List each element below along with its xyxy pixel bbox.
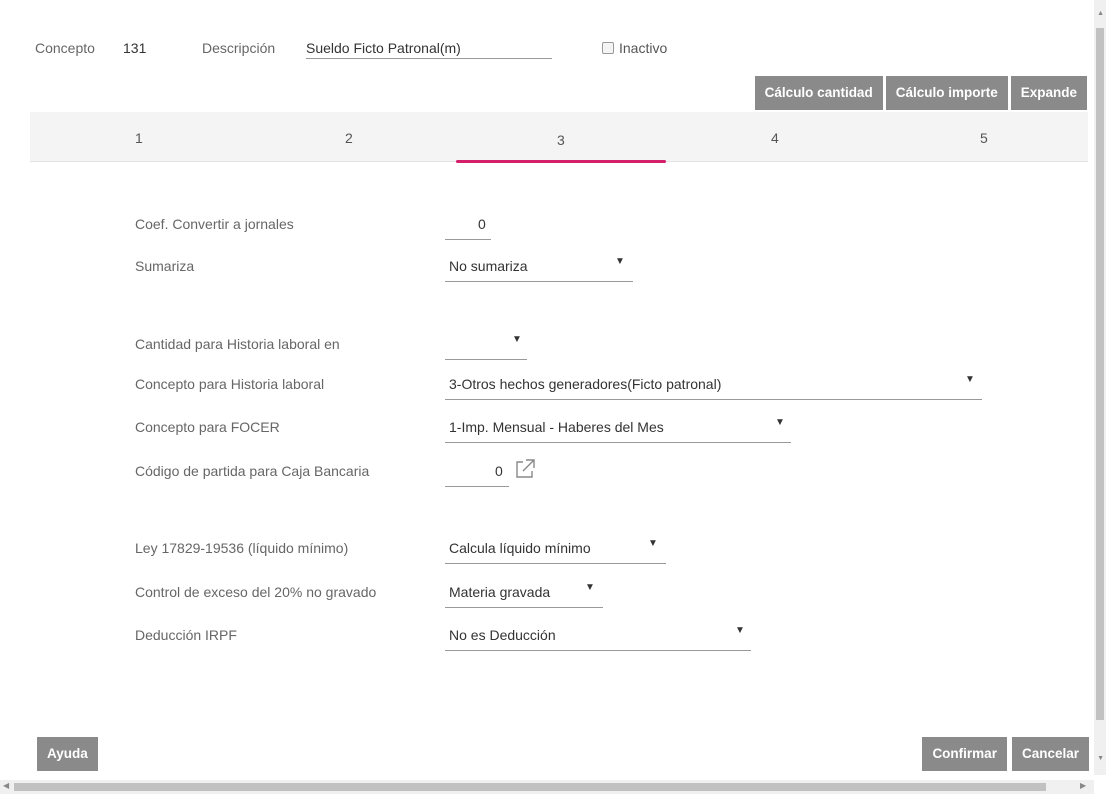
toolbar: Cálculo cantidad Cálculo importe Expande [754,76,1087,110]
codigo-partida-label: Código de partida para Caja Bancaria [135,463,370,479]
concepto-historia-value: 3-Otros hechos generadores(Ficto patrona… [449,376,722,392]
chevron-down-icon: ▼ [735,625,745,636]
concepto-focer-value: 1-Imp. Mensual - Haberes del Mes [449,419,664,435]
scroll-down-icon[interactable]: ▼ [1097,755,1104,762]
expande-button[interactable]: Expande [1010,76,1087,110]
sumariza-label: Sumariza [135,258,195,274]
ley-value: Calcula líquido mínimo [449,540,591,556]
control-exceso-label: Control de exceso del 20% no gravado [135,584,377,600]
concepto-focer-select[interactable]: 1-Imp. Mensual - Haberes del Mes ▼ [445,417,791,443]
ley-label: Ley 17829-19536 (líquido mínimo) [135,540,349,556]
ayuda-button[interactable]: Ayuda [37,737,98,771]
chevron-down-icon: ▼ [775,417,785,428]
external-link-icon[interactable] [512,457,536,481]
sumariza-select[interactable]: No sumariza ▼ [445,256,633,282]
concepto-number: 131 [123,40,147,56]
descripcion-label: Descripción [202,40,276,56]
coef-input[interactable]: 0 [445,216,491,240]
tab-5-label: 5 [980,130,988,146]
vertical-scroll-thumb[interactable] [1096,28,1104,720]
vertical-scrollbar[interactable]: ▲ ▼ [1094,0,1106,775]
tab-4[interactable]: 4 [666,112,876,162]
chevron-down-icon: ▼ [965,374,975,385]
scroll-up-icon[interactable]: ▲ [1097,10,1104,17]
tab-bar: 1 2 3 4 5 [30,112,1088,163]
confirmar-button[interactable]: Confirmar [922,737,1007,771]
cantidad-historia-label: Cantidad para Historia laboral en [135,336,340,352]
scroll-right-icon[interactable]: ▶ [1080,781,1086,790]
horizontal-scrollbar[interactable]: ◀ ▶ [0,780,1094,794]
coef-label: Coef. Convertir a jornales [135,216,294,232]
ley-select[interactable]: Calcula líquido mínimo ▼ [445,538,666,564]
tab-4-label: 4 [771,130,779,146]
chevron-down-icon: ▼ [648,538,658,549]
control-exceso-select[interactable]: Materia gravada ▼ [445,582,603,608]
chevron-down-icon: ▼ [512,334,522,345]
deduccion-label: Deducción IRPF [135,627,237,643]
active-tab-indicator [456,160,666,163]
cantidad-historia-select[interactable]: ▼ [445,334,527,360]
tab-2-label: 2 [345,130,353,146]
cancelar-button[interactable]: Cancelar [1011,737,1089,771]
concepto-label: Concepto [35,40,95,56]
horizontal-scroll-thumb[interactable] [14,783,1046,791]
inactivo-checkbox[interactable] [602,42,614,54]
coef-value: 0 [478,216,486,232]
scroll-left-icon[interactable]: ◀ [3,781,9,790]
calculo-cantidad-button[interactable]: Cálculo cantidad [754,76,883,110]
concepto-focer-label: Concepto para FOCER [135,419,280,435]
sumariza-value: No sumariza [449,258,528,274]
concepto-historia-label: Concepto para Historia laboral [135,376,325,392]
deduccion-value: No es Deducción [449,627,556,643]
codigo-partida-value: 0 [495,463,503,479]
tab-3-label: 3 [557,132,565,148]
tab-3[interactable]: 3 [456,112,666,163]
concepto-historia-select[interactable]: 3-Otros hechos generadores(Ficto patrona… [445,374,982,400]
tab-2[interactable]: 2 [245,112,455,162]
tab-1-label: 1 [135,130,143,146]
deduccion-select[interactable]: No es Deducción ▼ [445,625,751,651]
calculo-importe-button[interactable]: Cálculo importe [885,76,1008,110]
codigo-partida-input[interactable]: 0 [445,463,509,487]
descripcion-input[interactable] [306,40,552,59]
inactivo-label: Inactivo [619,40,668,56]
control-exceso-value: Materia gravada [449,584,551,600]
chevron-down-icon: ▼ [615,256,625,267]
tab-5[interactable]: 5 [876,112,1088,162]
tab-1[interactable]: 1 [30,112,245,162]
chevron-down-icon: ▼ [585,582,595,593]
